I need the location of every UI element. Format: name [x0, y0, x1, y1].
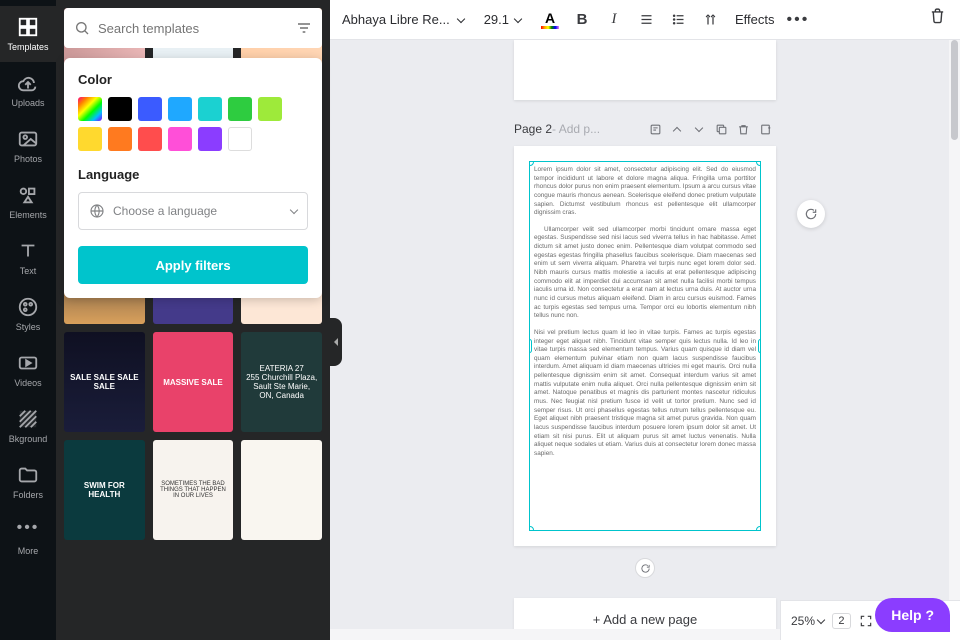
- page-2-canvas[interactable]: Lorem ipsum dolor sit amet, consectetur …: [514, 146, 776, 546]
- swatch[interactable]: [198, 97, 222, 121]
- page-count-button[interactable]: 2: [832, 613, 850, 629]
- more-button[interactable]: •••: [787, 11, 810, 29]
- rail-folders[interactable]: Folders: [0, 454, 56, 510]
- apply-filters-button[interactable]: Apply filters: [78, 246, 308, 284]
- filter-card: Color Language Choose a language: [64, 58, 322, 298]
- swatch-rainbow[interactable]: [78, 97, 102, 121]
- resize-handle[interactable]: [758, 339, 761, 353]
- rail-more[interactable]: •••More: [0, 510, 56, 566]
- vertical-scrollbar[interactable]: [949, 40, 960, 600]
- page-2-header: Page 2 - Add p...: [514, 118, 776, 140]
- delete-button[interactable]: [929, 7, 946, 27]
- rail-photos[interactable]: Photos: [0, 118, 56, 174]
- chevron-down-icon: [290, 206, 298, 214]
- swatch[interactable]: [258, 97, 282, 121]
- chevron-down-icon: [514, 14, 522, 22]
- font-color-button[interactable]: A: [537, 11, 563, 29]
- globe-icon: [89, 203, 105, 219]
- rail-text[interactable]: Text: [0, 230, 56, 286]
- template-thumb[interactable]: SALE SALE SALE SALE: [64, 332, 145, 432]
- language-select[interactable]: Choose a language: [78, 192, 308, 230]
- notes-icon[interactable]: [644, 118, 666, 140]
- search-row: [64, 8, 322, 48]
- move-down-icon[interactable]: [688, 118, 710, 140]
- panel-collapse-button[interactable]: [330, 318, 342, 366]
- templates-panel: Before and After LETTER MIX-UP! HALLASEE…: [56, 0, 330, 640]
- rail-templates[interactable]: Templates: [0, 6, 56, 62]
- spacing-button[interactable]: [697, 7, 723, 33]
- rail-styles[interactable]: Styles: [0, 286, 56, 342]
- color-heading: Color: [78, 72, 308, 87]
- delete-page-icon[interactable]: [732, 118, 754, 140]
- template-thumb[interactable]: SOMETIMES THE BAD THINGS THAT HAPPEN IN …: [153, 440, 234, 540]
- scrollbar-thumb[interactable]: [951, 40, 958, 140]
- filter-icon[interactable]: [296, 20, 312, 36]
- align-button[interactable]: [633, 7, 659, 33]
- chevron-down-icon: [456, 14, 464, 22]
- font-family-select[interactable]: Abhaya Libre Re...: [342, 12, 464, 27]
- rail-background[interactable]: Bkground: [0, 398, 56, 454]
- bold-button[interactable]: B: [569, 7, 595, 33]
- swatch[interactable]: [198, 127, 222, 151]
- italic-button[interactable]: I: [601, 7, 627, 33]
- template-thumb[interactable]: EATERIA 27 255 Churchill Plaza, Sault St…: [241, 332, 322, 432]
- swatch[interactable]: [78, 127, 102, 151]
- rail-uploads[interactable]: Uploads: [0, 62, 56, 118]
- horizontal-scrollbar[interactable]: [330, 629, 780, 640]
- color-swatches: [78, 97, 308, 151]
- search-icon: [74, 20, 90, 36]
- help-button[interactable]: Help ?: [875, 598, 950, 632]
- page-label: Page 2: [514, 122, 552, 136]
- template-thumb[interactable]: MASSIVE SALE: [153, 332, 234, 432]
- move-up-icon[interactable]: [666, 118, 688, 140]
- duplicate-icon[interactable]: [710, 118, 732, 140]
- resize-handle[interactable]: [529, 339, 532, 353]
- list-button[interactable]: [665, 7, 691, 33]
- add-title-hint[interactable]: - Add p...: [552, 122, 600, 136]
- page-rotate-button[interactable]: [797, 200, 825, 228]
- text-toolbar: Abhaya Libre Re... 29.1 A B I Effects ••…: [330, 0, 960, 40]
- add-page-icon[interactable]: [754, 118, 776, 140]
- swatch[interactable]: [108, 127, 132, 151]
- template-thumb[interactable]: [241, 440, 322, 540]
- font-size-select[interactable]: 29.1: [484, 12, 521, 27]
- zoom-select[interactable]: 25%: [791, 614, 824, 628]
- language-heading: Language: [78, 167, 308, 182]
- swatch[interactable]: [168, 97, 192, 121]
- swatch[interactable]: [228, 127, 252, 151]
- rail-elements[interactable]: Elements: [0, 174, 56, 230]
- left-rail: Templates Uploads Photos Elements Text S…: [0, 0, 56, 640]
- swatch[interactable]: [138, 127, 162, 151]
- fullscreen-icon[interactable]: [859, 614, 873, 628]
- rotate-handle[interactable]: [635, 558, 655, 578]
- swatch[interactable]: [168, 127, 192, 151]
- canvas-scroll[interactable]: Page 2 - Add p... Lorem ipsum dolor sit …: [330, 40, 960, 640]
- search-input[interactable]: [98, 21, 296, 36]
- editor-main: Abhaya Libre Re... 29.1 A B I Effects ••…: [330, 0, 960, 640]
- template-thumb[interactable]: SWIM FOR HEALTH: [64, 440, 145, 540]
- rail-videos[interactable]: Videos: [0, 342, 56, 398]
- swatch[interactable]: [138, 97, 162, 121]
- selected-text-frame[interactable]: Lorem ipsum dolor sit amet, consectetur …: [529, 161, 761, 531]
- page-1-preview[interactable]: [514, 40, 776, 100]
- resize-handle[interactable]: [756, 161, 761, 166]
- effects-button[interactable]: Effects: [735, 12, 775, 27]
- resize-handle[interactable]: [756, 526, 761, 531]
- resize-handle[interactable]: [529, 526, 534, 531]
- swatch[interactable]: [108, 97, 132, 121]
- swatch[interactable]: [228, 97, 252, 121]
